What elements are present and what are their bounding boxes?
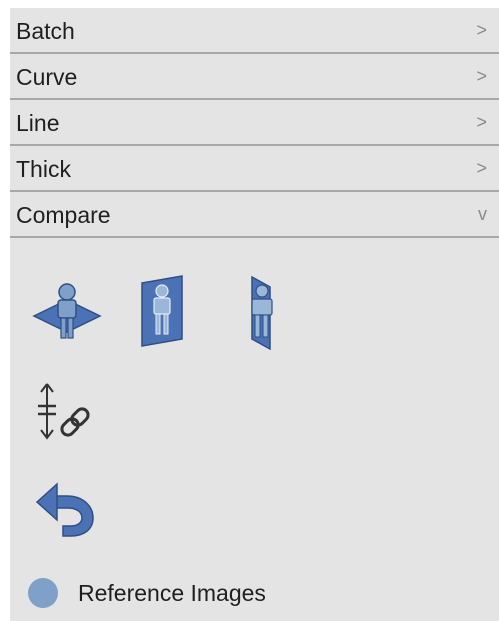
chevron-right-icon: > xyxy=(476,20,487,40)
front-plane-person-icon[interactable] xyxy=(138,273,193,353)
section-batch-label: Batch xyxy=(16,18,75,44)
link-offset-icon[interactable] xyxy=(35,378,105,448)
section-compare-label: Compare xyxy=(16,202,111,228)
undo-arrow-icon[interactable] xyxy=(35,478,105,538)
section-thick[interactable]: Thick > xyxy=(10,146,499,192)
side-plane-person-icon[interactable] xyxy=(240,273,290,353)
section-batch[interactable]: Batch > xyxy=(10,8,499,54)
chevron-right-icon: > xyxy=(476,112,487,132)
section-compare[interactable]: Compare v xyxy=(10,192,499,238)
section-curve[interactable]: Curve > xyxy=(10,54,499,100)
section-curve-label: Curve xyxy=(16,64,78,90)
side-panel: Batch > Curve > Line > Thick > Compare v xyxy=(10,8,499,621)
chevron-right-icon: > xyxy=(476,66,487,86)
horizontal-plane-person-icon[interactable] xyxy=(30,278,105,353)
section-line-label: Line xyxy=(16,110,60,136)
chevron-down-icon: v xyxy=(478,204,487,224)
reference-dot-icon xyxy=(28,578,58,608)
reference-images-toggle[interactable]: Reference Images xyxy=(28,578,266,608)
chevron-right-icon: > xyxy=(476,158,487,178)
reference-images-label: Reference Images xyxy=(78,579,266,606)
section-thick-label: Thick xyxy=(16,156,71,182)
section-line[interactable]: Line > xyxy=(10,100,499,146)
